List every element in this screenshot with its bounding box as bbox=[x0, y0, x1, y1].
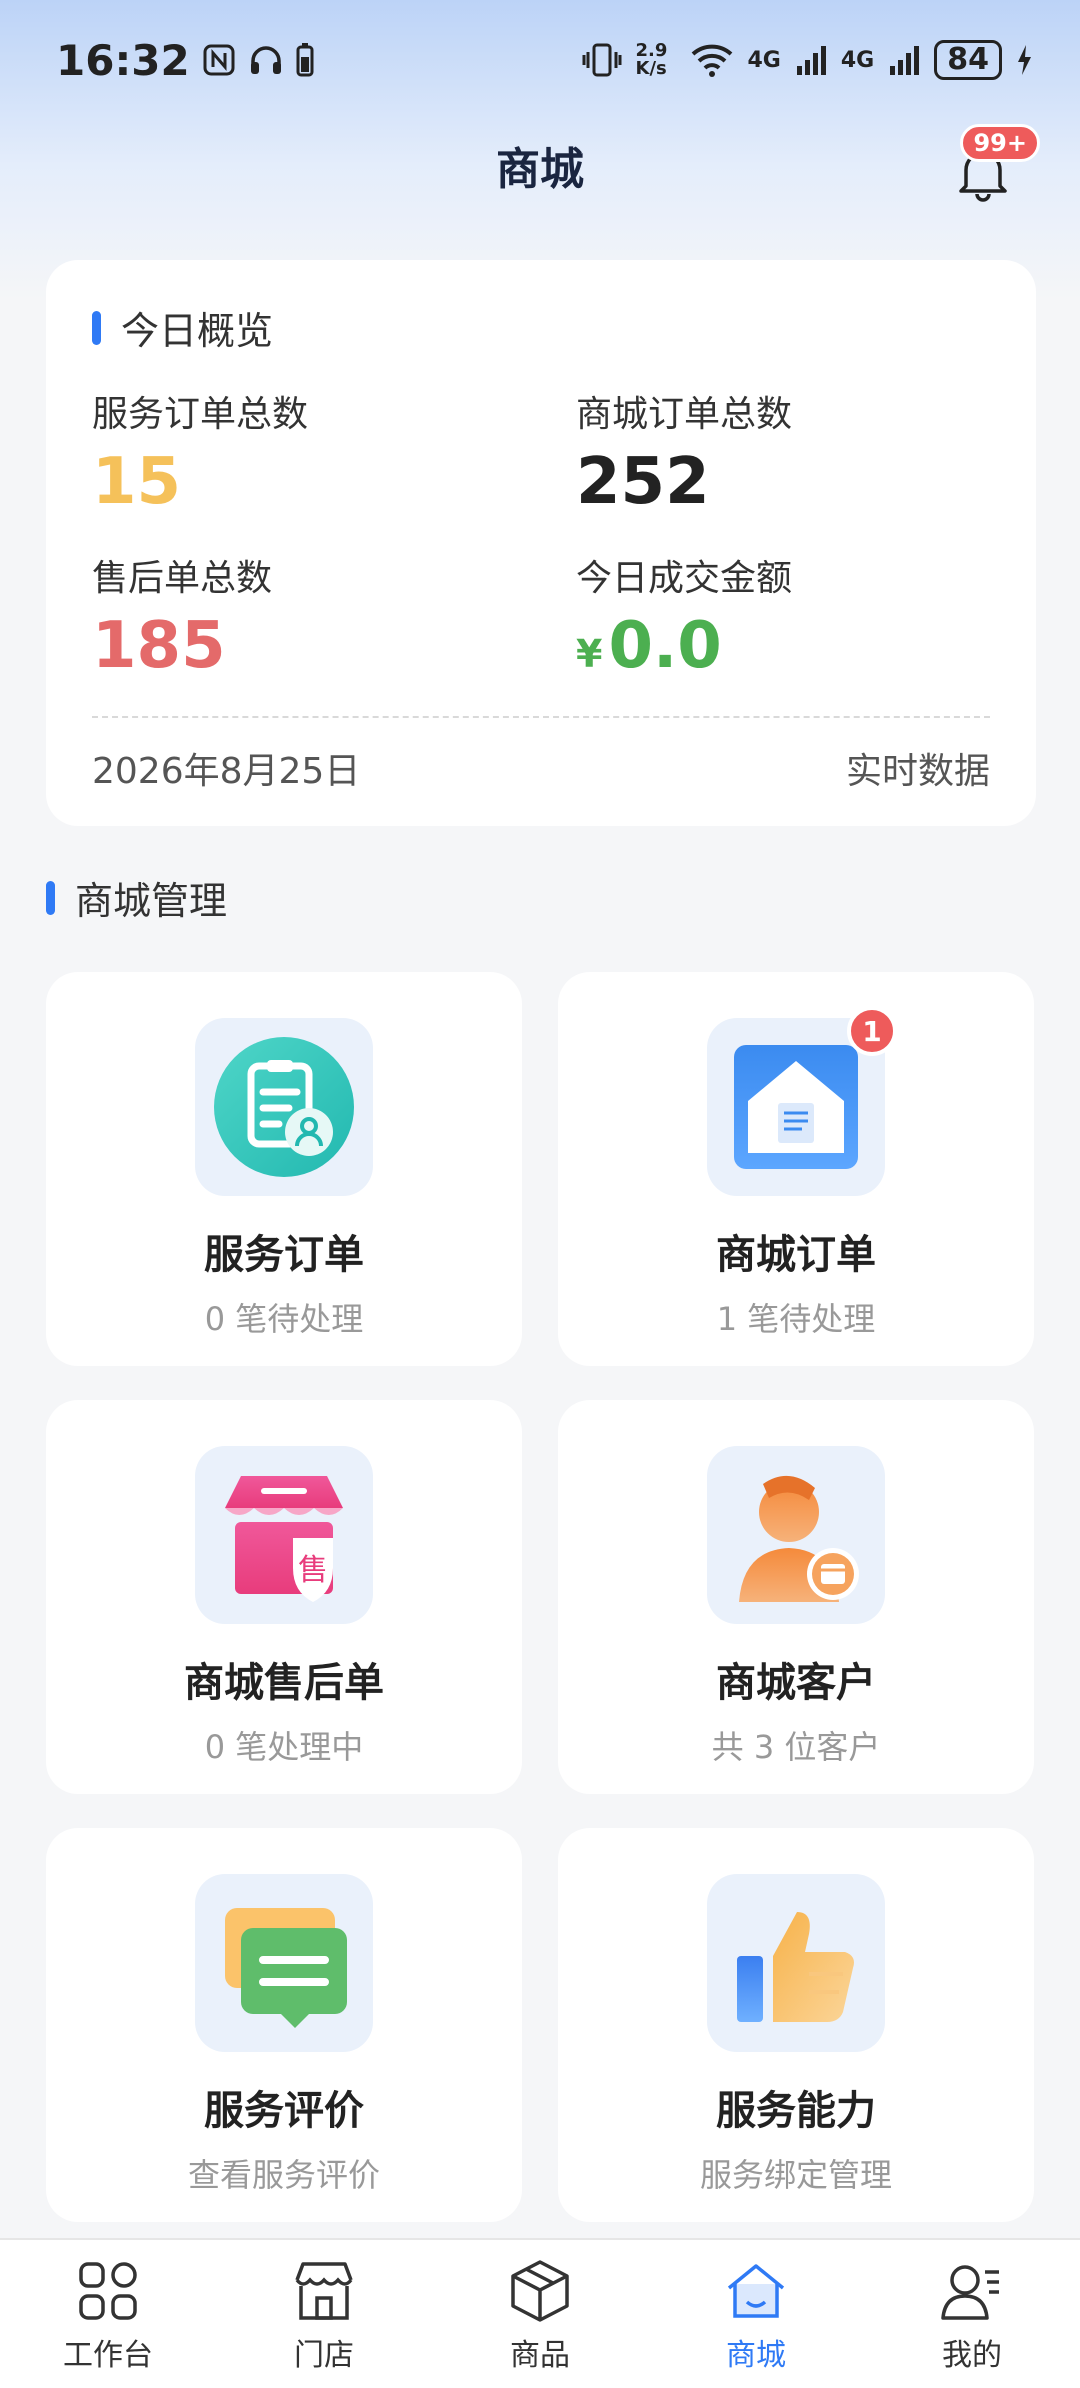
network-label-1: 4G bbox=[747, 47, 781, 73]
management-title: 商城管理 bbox=[46, 870, 227, 925]
tab-label: 我的 bbox=[942, 2338, 1002, 2373]
stat-value: 185 bbox=[92, 609, 226, 683]
nfc-icon bbox=[203, 44, 235, 76]
customer-icon bbox=[739, 1475, 859, 1602]
mall-order-badge: 1 bbox=[847, 1006, 897, 1056]
card-subtitle: 0 笔待处理 bbox=[204, 1300, 364, 1338]
card-title: 服务订单 bbox=[204, 1232, 364, 1278]
overview-date: 2026年8月25日 bbox=[92, 751, 361, 792]
card-subtitle: 服务绑定管理 bbox=[699, 2156, 892, 2194]
store-icon bbox=[295, 2262, 353, 2320]
battery-level: 84 bbox=[934, 40, 1002, 80]
card-title: 商城客户 bbox=[716, 1660, 876, 1706]
currency-symbol: ¥ bbox=[576, 632, 603, 676]
stat-today-revenue[interactable]: 今日成交金额 ¥0.0 bbox=[576, 549, 976, 683]
stat-service-orders[interactable]: 服务订单总数 15 bbox=[92, 385, 576, 519]
service-order-card[interactable]: 服务订单 0 笔待处理 bbox=[46, 972, 522, 1366]
icon-container: 1 bbox=[707, 1006, 897, 1196]
stat-mall-orders[interactable]: 商城订单总数 252 bbox=[576, 385, 976, 519]
svg-text:售: 售 bbox=[298, 1553, 328, 1588]
section-marker bbox=[92, 310, 101, 345]
card-subtitle: 0 笔处理中 bbox=[204, 1728, 364, 1766]
tab-workbench[interactable]: 工作台 bbox=[0, 2240, 216, 2388]
stat-label: 售后单总数 bbox=[92, 558, 273, 599]
signal-icon bbox=[796, 46, 826, 75]
overview-title-text: 今日概览 bbox=[121, 309, 274, 353]
profile-icon bbox=[941, 2265, 999, 2320]
stat-value-wrap: ¥0.0 bbox=[576, 609, 976, 683]
tab-profile[interactable]: 我的 bbox=[864, 2240, 1080, 2388]
bottom-tab-bar: 工作台 门店 商品 商城 我的 bbox=[0, 2238, 1080, 2388]
stat-value: 15 bbox=[92, 445, 182, 519]
after-sale-icon: 售 bbox=[225, 1476, 343, 1602]
stat-label: 服务订单总数 bbox=[92, 394, 309, 435]
tab-mall[interactable]: 商城 bbox=[648, 2240, 864, 2388]
overview-title: 今日概览 bbox=[92, 300, 990, 355]
card-subtitle: 共 3 位客户 bbox=[711, 1728, 881, 1766]
status-bar: 16:32 2.9 K/s 4G 4G 84 bbox=[0, 0, 1080, 120]
icon-container bbox=[195, 1874, 373, 2052]
page-title: 商城 bbox=[496, 144, 584, 195]
today-overview-card: 今日概览 服务订单总数 15 商城订单总数 252 售后单总数 185 今日成交… bbox=[46, 260, 1036, 826]
box-icon bbox=[511, 2260, 569, 2322]
icon-container bbox=[707, 1874, 885, 2052]
card-title: 商城订单 bbox=[716, 1232, 876, 1278]
network-label-2: 4G bbox=[840, 47, 875, 73]
workbench-icon bbox=[79, 2262, 137, 2320]
review-card[interactable]: 服务评价 查看服务评价 bbox=[46, 1828, 522, 2222]
review-icon bbox=[225, 1908, 347, 2028]
signal-icon-2 bbox=[890, 46, 920, 75]
headphone-battery-icon bbox=[296, 43, 314, 77]
net-speed: 2.9 K/s bbox=[635, 40, 668, 79]
icon-container bbox=[707, 1446, 885, 1624]
tab-label: 商城 bbox=[726, 2338, 786, 2373]
card-title: 服务评价 bbox=[204, 2088, 364, 2134]
stat-label: 商城订单总数 bbox=[576, 394, 793, 435]
wifi-icon bbox=[691, 44, 732, 77]
status-indicators: 2.9 K/s 4G 4G 84 bbox=[582, 40, 1033, 80]
icon-container: 售 bbox=[195, 1446, 373, 1624]
thumbs-up-icon bbox=[737, 1912, 854, 2022]
overview-stats: 服务订单总数 15 商城订单总数 252 售后单总数 185 今日成交金额 ¥0… bbox=[92, 385, 990, 683]
service-order-icon bbox=[214, 1037, 354, 1177]
status-time: 16:32 bbox=[56, 35, 190, 85]
overview-footer: 2026年8月25日 实时数据 bbox=[92, 716, 990, 794]
tab-label: 工作台 bbox=[63, 2338, 153, 2373]
home-icon bbox=[727, 2264, 785, 2318]
customer-card[interactable]: 商城客户 共 3 位客户 bbox=[558, 1400, 1034, 1794]
tab-label: 门店 bbox=[294, 2338, 354, 2373]
notification-button[interactable]: 99+ bbox=[956, 124, 1040, 202]
stat-after-sale[interactable]: 售后单总数 185 bbox=[92, 549, 576, 683]
stat-label: 今日成交金额 bbox=[576, 558, 793, 599]
status-time-group: 16:32 bbox=[56, 36, 314, 85]
mall-order-card[interactable]: 1 商城订单 1 笔待处理 bbox=[558, 972, 1034, 1366]
after-sale-card[interactable]: 售 商城售后单 0 笔处理中 bbox=[46, 1400, 522, 1794]
stat-value: 252 bbox=[576, 445, 710, 519]
tab-goods[interactable]: 商品 bbox=[432, 2240, 648, 2388]
stat-value: 0.0 bbox=[608, 609, 722, 683]
service-ability-card[interactable]: 服务能力 服务绑定管理 bbox=[558, 1828, 1034, 2222]
page-header: 商城 99+ bbox=[0, 120, 1080, 210]
headphone-icon bbox=[250, 46, 281, 74]
charging-icon bbox=[1018, 45, 1031, 75]
card-subtitle: 查看服务评价 bbox=[187, 2156, 380, 2194]
icon-container bbox=[195, 1018, 373, 1196]
section-marker bbox=[46, 880, 55, 915]
vibrate-icon bbox=[582, 43, 621, 77]
realtime-label: 实时数据 bbox=[845, 751, 990, 792]
card-title: 服务能力 bbox=[716, 2088, 876, 2134]
card-title: 商城售后单 bbox=[184, 1660, 384, 1706]
tab-label: 商品 bbox=[510, 2338, 570, 2373]
mall-order-icon bbox=[734, 1045, 858, 1169]
card-subtitle: 1 笔待处理 bbox=[716, 1300, 876, 1338]
management-title-text: 商城管理 bbox=[75, 879, 228, 923]
notification-badge: 99+ bbox=[960, 124, 1040, 162]
tab-store[interactable]: 门店 bbox=[216, 2240, 432, 2388]
